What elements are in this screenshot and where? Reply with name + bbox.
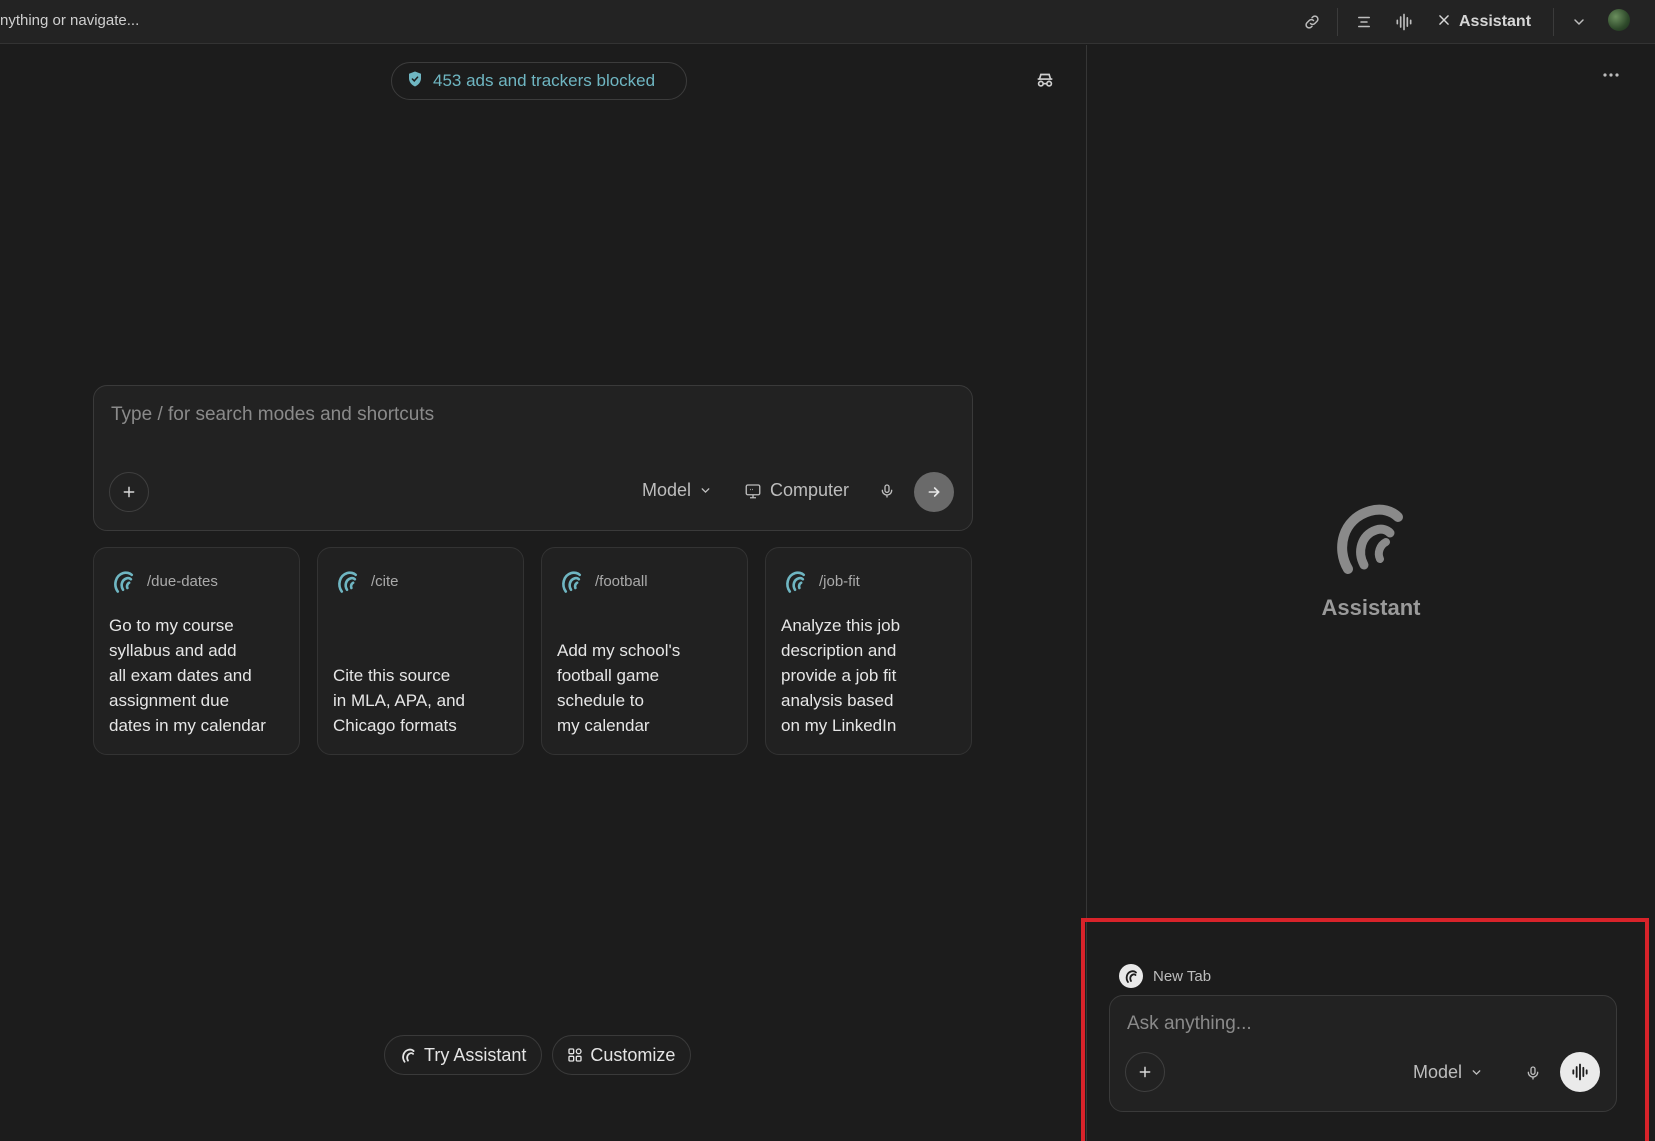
- context-tab-label: New Tab: [1153, 967, 1212, 985]
- highlighted-composer-area: New Tab Ask anything... Model: [1081, 918, 1649, 1141]
- toolbar-divider: [1553, 8, 1554, 36]
- submit-button[interactable]: [914, 472, 954, 512]
- model-selector-label: Model: [642, 480, 692, 500]
- voice-icon[interactable]: [1391, 9, 1417, 35]
- model-selector[interactable]: Model: [1413, 1062, 1483, 1083]
- try-assistant-button[interactable]: Try Assistant: [384, 1035, 543, 1075]
- model-selector-label: Model: [1413, 1062, 1463, 1082]
- chevron-down-icon: [701, 488, 710, 494]
- shortcut-description: Cite this source in MLA, APA, and Chicag…: [333, 666, 465, 735]
- shortcut-description: Add my school's football game schedule t…: [557, 641, 681, 735]
- tracker-blocked-badge[interactable]: 453 ads and trackers blocked: [391, 62, 687, 100]
- shield-icon: [406, 70, 424, 93]
- shortcut-card[interactable]: /job-fit Analyze this job description an…: [765, 547, 972, 755]
- attach-button[interactable]: [1125, 1052, 1165, 1092]
- link-icon[interactable]: [1299, 9, 1325, 35]
- shortcut-card[interactable]: /football Add my school's football game …: [541, 547, 748, 755]
- widgets-icon: [568, 1048, 583, 1062]
- shortcut-command: /cite: [371, 572, 399, 590]
- arrow-right-icon: [928, 487, 940, 497]
- microphone-icon[interactable]: [874, 478, 900, 504]
- assistant-logo-icon: [114, 571, 134, 593]
- shortcut-card[interactable]: /cite Cite this source in MLA, APA, and …: [317, 547, 524, 755]
- reader-icon[interactable]: [1351, 9, 1377, 35]
- close-icon[interactable]: [1437, 13, 1451, 32]
- top-bar: nything or navigate... Assistant: [0, 0, 1655, 44]
- chevron-down-icon: [1472, 1070, 1481, 1076]
- tracker-count-text: 453 ads and trackers blocked: [433, 71, 656, 90]
- tab-favicon: [1119, 964, 1143, 988]
- microphone-icon[interactable]: [1520, 1060, 1546, 1086]
- new-tab-page: 453 ads and trackers blocked Type / for …: [0, 45, 1086, 1141]
- search-box[interactable]: Type / for search modes and shortcuts Mo…: [93, 385, 973, 531]
- shortcut-card[interactable]: /due-dates Go to my course syllabus and …: [93, 547, 300, 755]
- voice-mode-button[interactable]: [1560, 1052, 1600, 1092]
- assistant-panel: Assistant New Tab Ask anything... Model: [1081, 45, 1655, 1141]
- more-options-icon[interactable]: [1598, 67, 1624, 83]
- bottom-actions: Try Assistant Customize: [384, 1035, 692, 1075]
- plus-icon: [1139, 1066, 1151, 1078]
- assistant-logo-icon: [402, 1048, 415, 1063]
- customize-button[interactable]: Customize: [552, 1035, 692, 1075]
- assistant-toggle[interactable]: Assistant: [1437, 9, 1531, 35]
- shortcut-command: /due-dates: [147, 572, 218, 590]
- voice-icon: [1572, 1063, 1588, 1081]
- assistant-logo-icon: [562, 571, 582, 593]
- plus-icon: [123, 486, 135, 498]
- assistant-logo-icon: [786, 571, 806, 593]
- incognito-icon[interactable]: [1032, 67, 1058, 93]
- shortcut-description: Analyze this job description and provide…: [781, 616, 901, 735]
- search-input[interactable]: Type / for search modes and shortcuts: [111, 404, 434, 426]
- shortcut-command: /football: [595, 572, 648, 590]
- address-bar-text[interactable]: nything or navigate...: [0, 12, 139, 29]
- model-selector[interactable]: Model: [642, 480, 712, 501]
- assistant-composer[interactable]: Ask anything... Model: [1109, 995, 1617, 1112]
- ask-input[interactable]: Ask anything...: [1127, 1013, 1252, 1035]
- attach-button[interactable]: [109, 472, 149, 512]
- assistant-logo-icon: [338, 571, 358, 593]
- computer-mode-button[interactable]: Computer: [744, 480, 849, 501]
- shortcut-cards: /due-dates Go to my course syllabus and …: [93, 547, 973, 755]
- assistant-title: Assistant: [1321, 595, 1421, 620]
- assistant-logo-icon: [1337, 504, 1403, 574]
- assistant-toggle-label: Assistant: [1459, 13, 1532, 30]
- customize-label: Customize: [590, 1044, 676, 1065]
- toolbar-divider: [1337, 8, 1338, 36]
- shortcut-command: /job-fit: [819, 572, 860, 590]
- context-tab-chip[interactable]: New Tab: [1119, 964, 1211, 988]
- computer-mode-label: Computer: [770, 480, 850, 500]
- shortcut-description: Go to my course syllabus and add all exa…: [109, 616, 266, 735]
- profile-avatar[interactable]: [1608, 9, 1630, 31]
- computer-icon: [745, 483, 761, 498]
- try-assistant-label: Try Assistant: [424, 1044, 527, 1065]
- chevron-down-icon[interactable]: [1566, 9, 1592, 35]
